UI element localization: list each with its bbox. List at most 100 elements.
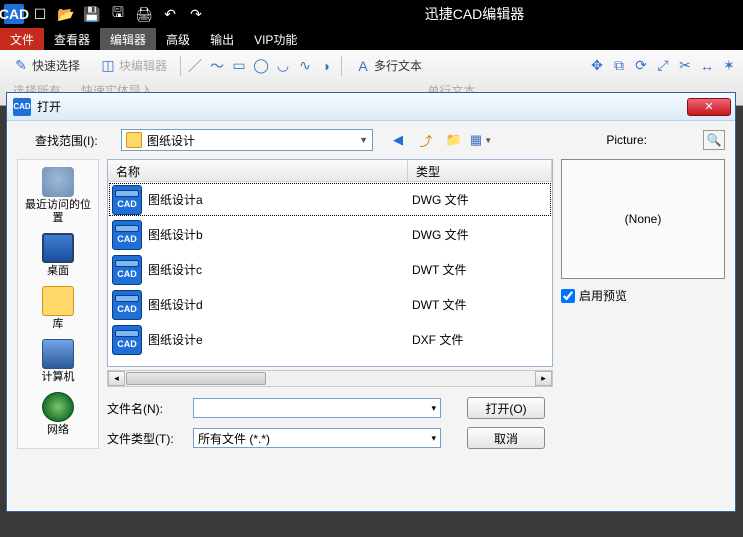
menu-editor[interactable]: 编辑器 xyxy=(100,28,156,50)
place-desktop[interactable]: 桌面 xyxy=(21,230,95,281)
place-computer[interactable]: 计算机 xyxy=(21,336,95,387)
recent-icon xyxy=(42,167,74,197)
save-as-icon[interactable]: 🖫 xyxy=(108,4,128,24)
filename-label: 文件名(N): xyxy=(107,400,187,417)
folder-icon xyxy=(126,132,142,148)
scroll-left-button[interactable]: ◂ xyxy=(108,371,125,386)
place-recent[interactable]: 最近访问的位置 xyxy=(21,164,95,228)
app-titlebar: CAD ☐ 📂 💾 🖫 🖨 ↶ ↷ 迅捷CAD编辑器 xyxy=(0,0,743,28)
open-button[interactable]: 打开(O) xyxy=(467,397,545,419)
print-icon[interactable]: 🖨 xyxy=(134,4,154,24)
cad-file-icon: CAD xyxy=(112,255,142,285)
scroll-right-button[interactable]: ▸ xyxy=(535,371,552,386)
file-row[interactable]: CAD图纸设计a DWG 文件 xyxy=(108,182,552,217)
cad-file-icon: CAD xyxy=(112,290,142,320)
file-list[interactable]: 名称 类型 CAD图纸设计a DWG 文件 CAD图纸设计b DWG 文件 xyxy=(107,159,553,367)
cad-file-icon: CAD xyxy=(112,185,142,215)
menubar: 文件 查看器 编辑器 高级 输出 VIP功能 xyxy=(0,28,743,50)
column-name[interactable]: 名称 xyxy=(108,160,408,181)
network-icon xyxy=(42,392,74,422)
file-row[interactable]: CAD图纸设计d DWT 文件 xyxy=(108,287,552,322)
place-libraries[interactable]: 库 xyxy=(21,283,95,334)
menu-advanced[interactable]: 高级 xyxy=(156,28,200,50)
menu-output[interactable]: 输出 xyxy=(200,28,244,50)
block-editor-button[interactable]: ◫块编辑器 xyxy=(93,54,174,77)
computer-icon xyxy=(42,339,74,369)
preview-panel: (None) 启用预览 xyxy=(561,159,725,449)
cad-file-icon: CAD xyxy=(112,220,142,250)
back-button[interactable]: ◀ xyxy=(387,129,409,151)
find-target-button[interactable]: 🔍 xyxy=(703,130,725,150)
file-row[interactable]: CAD图纸设计e DXF 文件 xyxy=(108,322,552,357)
dialog-titlebar: CAD 打开 ✕ xyxy=(7,93,735,121)
quick-select-button[interactable]: ✎快速选择 xyxy=(6,54,87,77)
view-mode-button[interactable]: ▦▼ xyxy=(471,129,493,151)
chevron-down-icon: ▼ xyxy=(484,136,492,145)
trim-tool-icon[interactable]: ✂ xyxy=(677,58,693,74)
app-icon: CAD xyxy=(4,4,24,24)
close-button[interactable]: ✕ xyxy=(687,98,731,116)
lookin-folder-select[interactable]: 图纸设计 ▼ xyxy=(121,129,373,151)
copy-tool-icon[interactable]: ⧉ xyxy=(611,58,627,74)
open-dialog: CAD 打开 ✕ 查找范围(I): 图纸设计 ▼ ◀ ⤴ 📁 ▦▼ Pictur… xyxy=(6,92,736,512)
spline-tool-icon[interactable]: ∿ xyxy=(297,58,313,74)
chevron-down-icon: ▼ xyxy=(359,135,368,145)
dialog-title: 打开 xyxy=(37,98,61,115)
ellipse-tool-icon[interactable]: ◗ xyxy=(319,58,335,74)
up-button[interactable]: ⤴ xyxy=(415,129,437,151)
lookin-folder-name: 图纸设计 xyxy=(147,132,195,149)
quick-access-toolbar: CAD ☐ 📂 💾 🖫 🖨 ↶ ↷ xyxy=(4,4,206,24)
cad-file-icon: CAD xyxy=(112,325,142,355)
lookin-tools: ◀ ⤴ 📁 ▦▼ xyxy=(387,129,493,151)
extend-tool-icon[interactable]: ↔ xyxy=(699,58,715,74)
arc-tool-icon[interactable]: ◡ xyxy=(275,58,291,74)
file-list-header: 名称 类型 xyxy=(108,160,552,182)
enable-preview-input[interactable] xyxy=(561,289,575,303)
explode-tool-icon[interactable]: ✶ xyxy=(721,58,737,74)
column-type[interactable]: 类型 xyxy=(408,160,552,181)
rotate-tool-icon[interactable]: ⟳ xyxy=(633,58,649,74)
move-tool-icon[interactable]: ✥ xyxy=(589,58,605,74)
menu-vip[interactable]: VIP功能 xyxy=(244,28,307,50)
chevron-down-icon: ▾ xyxy=(431,433,436,444)
scroll-thumb[interactable] xyxy=(126,372,266,385)
block-editor-icon: ◫ xyxy=(100,58,116,74)
preview-box: (None) xyxy=(561,159,725,279)
app-title: 迅捷CAD编辑器 xyxy=(206,4,743,24)
quick-select-icon: ✎ xyxy=(13,58,29,74)
multitext-icon: A xyxy=(355,58,371,74)
desktop-icon xyxy=(42,233,74,263)
separator xyxy=(341,56,342,76)
chevron-down-icon: ▾ xyxy=(431,403,436,414)
libraries-icon xyxy=(42,286,74,316)
scale-tool-icon[interactable]: ⤢ xyxy=(655,58,671,74)
horizontal-scrollbar[interactable]: ◂ ▸ xyxy=(107,370,553,387)
undo-icon[interactable]: ↶ xyxy=(160,4,180,24)
new-icon[interactable]: ☐ xyxy=(30,4,50,24)
rect-tool-icon[interactable]: ▭ xyxy=(231,58,247,74)
multitext-button[interactable]: A多行文本 xyxy=(348,54,429,77)
dialog-icon: CAD xyxy=(13,98,31,116)
filetype-label: 文件类型(T): xyxy=(107,430,187,447)
line-tool-icon[interactable]: ／ xyxy=(187,58,203,74)
separator xyxy=(180,56,181,76)
polyline-tool-icon[interactable]: 〜 xyxy=(209,58,225,74)
filename-input[interactable]: ▾ xyxy=(193,398,441,418)
preview-none-text: (None) xyxy=(625,212,662,226)
circle-tool-icon[interactable]: ◯ xyxy=(253,58,269,74)
open-icon[interactable]: 📂 xyxy=(56,4,76,24)
file-row[interactable]: CAD图纸设计b DWG 文件 xyxy=(108,217,552,252)
redo-icon[interactable]: ↷ xyxy=(186,4,206,24)
lookin-label: 查找范围(I): xyxy=(35,132,115,149)
picture-label: Picture: xyxy=(606,133,647,147)
menu-file[interactable]: 文件 xyxy=(0,28,44,50)
filetype-select[interactable]: 所有文件 (*.*)▾ xyxy=(193,428,441,448)
menu-viewer[interactable]: 查看器 xyxy=(44,28,100,50)
new-folder-button[interactable]: 📁 xyxy=(443,129,465,151)
save-icon[interactable]: 💾 xyxy=(82,4,102,24)
place-network[interactable]: 网络 xyxy=(21,389,95,440)
cancel-button[interactable]: 取消 xyxy=(467,427,545,449)
places-bar: 最近访问的位置 桌面 库 计算机 网络 xyxy=(17,159,99,449)
enable-preview-checkbox[interactable]: 启用预览 xyxy=(561,287,725,304)
file-row[interactable]: CAD图纸设计c DWT 文件 xyxy=(108,252,552,287)
